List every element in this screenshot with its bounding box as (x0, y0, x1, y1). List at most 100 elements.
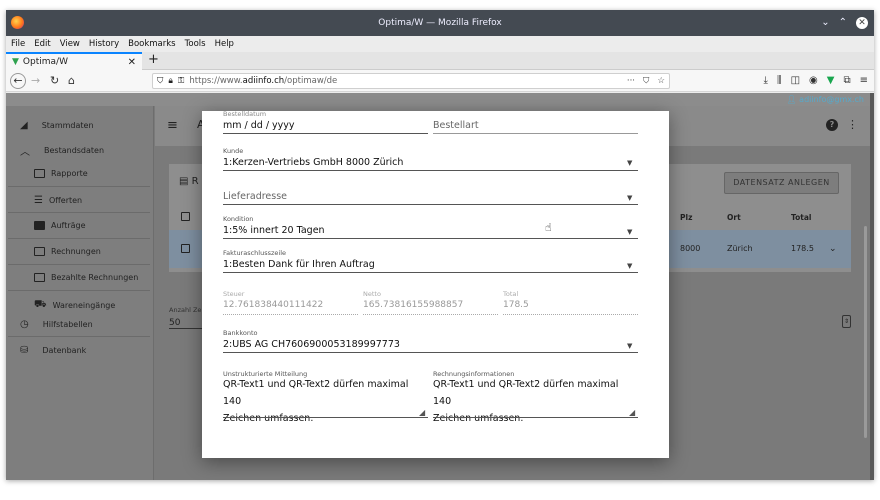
sidebar-item-wareneingaenge[interactable]: ⛟ Wareneingänge (34, 299, 115, 312)
sidebar-item-offerten[interactable]: ☰ Offerten (34, 195, 82, 206)
reload-button[interactable]: ↻ (50, 73, 59, 88)
title-bar: Optima/W — Mozilla Firefox ⌄ ⌃ ✕ (6, 10, 874, 36)
account-icon[interactable]: ◉ (809, 73, 818, 88)
sidebar-item-label: Offerten (48, 196, 83, 205)
menu-help[interactable]: Help (215, 39, 234, 49)
home-button[interactable]: ⌂ (68, 73, 75, 88)
dialog-scrollbar-thumb[interactable] (864, 226, 867, 438)
dropdown-arrow-icon[interactable]: ▼ (627, 342, 632, 350)
extensions-icon[interactable]: ⧉ (843, 73, 850, 88)
dropdown-arrow-icon[interactable]: ▼ (627, 194, 632, 202)
close-window-button[interactable]: ✕ (856, 17, 868, 29)
sidebar-item-label: Rechnungen (51, 247, 101, 256)
menu-bar: File Edit View History Bookmarks Tools H… (6, 36, 874, 52)
sidebar-item-label: Stammdaten (41, 121, 94, 130)
close-tab-button[interactable]: ✕ (128, 57, 136, 68)
steuer-value: 12.761838440111422 (223, 300, 324, 310)
bookmark-star-icon[interactable]: ☆ (657, 76, 665, 86)
rows-per-page-label: Anzahl Ze (169, 306, 202, 314)
netto-label: Netto (363, 290, 381, 298)
new-tab-button[interactable]: + (148, 53, 159, 67)
resize-grip-icon[interactable]: ◢ (629, 408, 635, 417)
vue-devtools-icon[interactable]: ▼ (827, 73, 835, 88)
sidebar-item-auftraege[interactable]: Aufträge (34, 221, 86, 230)
lock-icon[interactable]: 🔒︎ (168, 76, 173, 86)
menu-history[interactable]: History (89, 39, 119, 49)
sidebar-toggle-icon[interactable]: ◫ (791, 73, 800, 88)
sidebar-item-rechnungen[interactable]: Rechnungen (34, 247, 101, 256)
permissions-icon[interactable]: ⚿ (178, 76, 184, 86)
sidebar-item-hilfstabellen[interactable]: ◷ Hilfstabellen (20, 319, 93, 330)
divider (8, 212, 150, 213)
url-bar[interactable]: ⛉ 🔒︎ ⚿ https://www. adiinfo.ch /optimaw/… (152, 73, 670, 89)
cell-total: 178.5 (791, 244, 814, 253)
bestellart-input[interactable]: Bestellart (433, 120, 479, 131)
spinner-icon[interactable]: ⇕ (842, 315, 851, 328)
fakturaschlusszeile-select[interactable]: 1:Besten Dank für Ihren Auftrag (223, 259, 375, 270)
menu-edit[interactable]: Edit (34, 39, 50, 49)
tab-optimaw[interactable]: ▼ Optima/W ✕ (6, 52, 142, 70)
expand-chevron-icon[interactable]: ⌄ (829, 244, 837, 254)
sidebar-item-label: Rapporte (51, 169, 88, 178)
library-icon[interactable]: ⫼ (777, 73, 782, 88)
sidebar: ◢ Stammdaten ︿ Bestandsdaten Rapporte ☰ … (6, 106, 154, 480)
kunde-label: Kunde (223, 147, 244, 155)
more-vert-icon[interactable]: ⋮ (847, 118, 858, 131)
divider (8, 186, 150, 187)
account-email[interactable]: adiinfo@gmx.ch (799, 95, 864, 104)
column-header-total[interactable]: Total (791, 213, 812, 222)
bankkonto-select[interactable]: 2:UBS AG CH7606900053189997773 (223, 339, 400, 350)
divider (8, 238, 150, 239)
tab-bar: ▼ Optima/W ✕ + (6, 52, 874, 70)
bestelldatum-input[interactable]: mm / dd / yyyy (223, 120, 295, 131)
sidebar-item-label: Hilfstabellen (42, 320, 93, 329)
row-checkbox[interactable] (181, 244, 190, 253)
resize-grip-icon[interactable]: ◢ (419, 408, 425, 417)
menu-file[interactable]: File (11, 39, 25, 49)
netto-value: 165.73816155988857 (363, 300, 464, 310)
account-bar: 👤︎ adiinfo@gmx.ch (6, 93, 874, 106)
dropdown-arrow-icon[interactable]: ▼ (627, 262, 632, 270)
shield-icon[interactable]: ⛉ (157, 76, 163, 86)
dropdown-arrow-icon[interactable]: ▼ (627, 228, 632, 236)
hamburger-menu-icon[interactable]: ≡ (167, 118, 178, 133)
column-header-plz[interactable]: Plz (680, 213, 692, 222)
new-record-button[interactable]: DATENSATZ ANLEGEN (724, 172, 839, 194)
rechnungsinfo-textarea[interactable]: QR-Text1 und QR-Text2 dürfen maximal 140… (433, 376, 638, 427)
back-button[interactable]: ← (10, 73, 26, 89)
sidebar-item-bezahlte-rechnungen[interactable]: Bezahlte Rechnungen (34, 273, 138, 282)
column-header-ort[interactable]: Ort (727, 213, 741, 222)
list-icon: ☰ (34, 195, 43, 206)
select-all-checkbox[interactable] (181, 212, 190, 221)
clock-icon: ◷ (20, 319, 29, 330)
maximize-button[interactable]: ⌃ (839, 10, 847, 36)
hamburger-menu-icon[interactable]: ≡ (860, 73, 868, 88)
kondition-label: Kondition (223, 215, 254, 223)
chevron-up-icon: ︿ (20, 147, 30, 158)
dropdown-arrow-icon[interactable]: ▼ (627, 159, 632, 167)
menu-view[interactable]: View (60, 39, 80, 49)
downloads-icon[interactable]: ⤓ (764, 73, 768, 88)
window-title: Optima/W — Mozilla Firefox (378, 18, 502, 28)
menu-tools[interactable]: Tools (185, 39, 206, 49)
menu-bookmarks[interactable]: Bookmarks (128, 39, 176, 49)
page-actions-button[interactable]: ··· (627, 76, 635, 86)
mitteilung-textarea[interactable]: QR-Text1 und QR-Text2 dürfen maximal 140… (223, 376, 428, 427)
database-icon: ⛁ (20, 345, 29, 356)
kunde-select[interactable]: 1:Kerzen-Vertriebs GmbH 8000 Zürich (223, 157, 403, 168)
sidebar-item-rapporte[interactable]: Rapporte (34, 169, 88, 178)
sidebar-item-label: Aufträge (51, 221, 86, 230)
lieferadresse-select[interactable]: Lieferadresse (223, 191, 287, 202)
sidebar-item-bestandsdaten[interactable]: ︿ Bestandsdaten (20, 143, 104, 158)
sidebar-item-stammdaten[interactable]: ◢ Stammdaten (20, 120, 94, 131)
pocket-icon[interactable]: ⛉ (643, 76, 649, 86)
wrench-icon: ◢ (20, 120, 28, 131)
fakturaschlusszeile-label: Fakturaschlusszeile (223, 249, 287, 257)
minimize-button[interactable]: ⌄ (821, 10, 829, 36)
window-controls: ⌄ ⌃ ✕ (821, 10, 868, 36)
sidebar-item-datenbank[interactable]: ⛁ Datenbank (20, 345, 86, 356)
help-icon[interactable]: ? (826, 119, 838, 131)
forward-button[interactable]: → (31, 73, 40, 88)
firefox-logo-icon (11, 16, 24, 29)
kondition-select[interactable]: 1:5% innert 20 Tagen (223, 225, 325, 236)
